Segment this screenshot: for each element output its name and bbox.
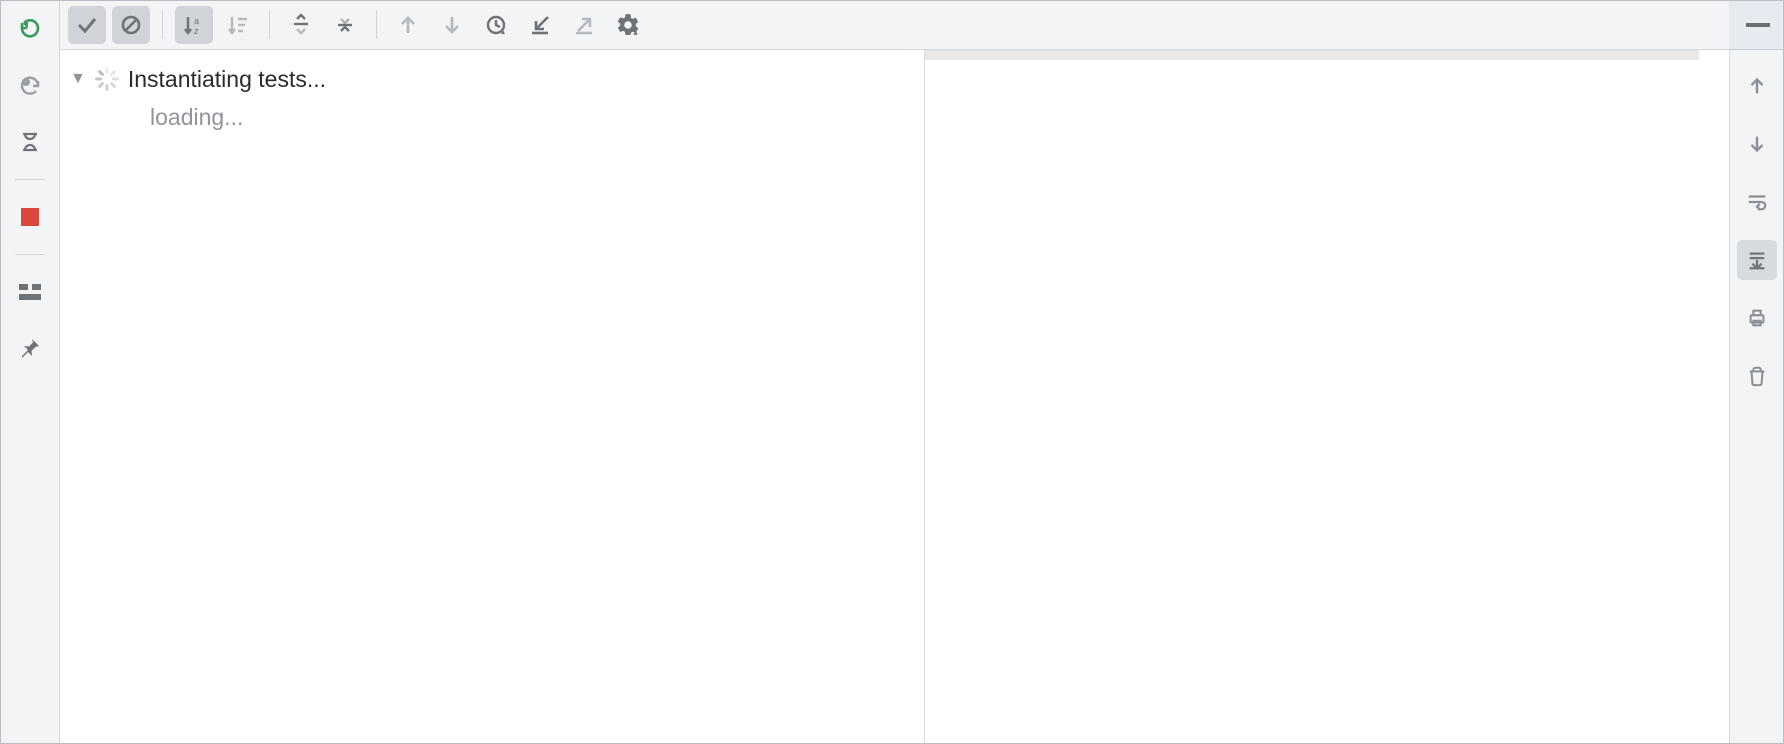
stop-icon bbox=[21, 208, 39, 226]
stop-button[interactable] bbox=[11, 198, 49, 236]
console-next-button[interactable] bbox=[1737, 124, 1777, 164]
test-tree-pane[interactable]: ▼ Instantiating tests... loading... bbox=[60, 50, 925, 743]
sort-alpha-button[interactable]: az bbox=[175, 6, 213, 44]
toolbar-separator bbox=[269, 11, 270, 39]
toolbar-separator bbox=[162, 11, 163, 39]
layout-button[interactable] bbox=[11, 273, 49, 311]
toggle-auto-test-button[interactable] bbox=[11, 123, 49, 161]
run-left-gutter bbox=[1, 1, 60, 743]
layout-icon bbox=[19, 284, 41, 300]
show-passed-button[interactable] bbox=[68, 6, 106, 44]
test-tree-loading: loading... bbox=[60, 98, 924, 136]
test-settings-button[interactable] bbox=[609, 6, 647, 44]
prev-failed-button[interactable] bbox=[389, 6, 427, 44]
svg-text:z: z bbox=[194, 26, 199, 36]
test-results-toolbar: az bbox=[60, 1, 1729, 50]
collapse-all-button[interactable] bbox=[326, 6, 364, 44]
soft-wrap-button[interactable] bbox=[1737, 182, 1777, 222]
next-failed-button[interactable] bbox=[433, 6, 471, 44]
sort-duration-button[interactable] bbox=[219, 6, 257, 44]
import-results-button[interactable] bbox=[521, 6, 559, 44]
hide-tool-window-button[interactable] bbox=[1741, 8, 1775, 42]
horizontal-scrollbar[interactable] bbox=[925, 50, 1699, 60]
gutter-separator bbox=[15, 179, 45, 180]
console-prev-button[interactable] bbox=[1737, 66, 1777, 106]
spinner-icon bbox=[96, 68, 118, 90]
clear-all-button[interactable] bbox=[1737, 356, 1777, 396]
expand-all-button[interactable] bbox=[282, 6, 320, 44]
test-tree-root[interactable]: ▼ Instantiating tests... bbox=[60, 60, 924, 98]
expand-caret-icon[interactable]: ▼ bbox=[70, 70, 86, 88]
rerun-button[interactable] bbox=[11, 11, 49, 49]
toolbar-separator bbox=[376, 11, 377, 39]
pin-button[interactable] bbox=[11, 329, 49, 367]
test-tree-loading-label: loading... bbox=[150, 104, 243, 131]
test-history-button[interactable] bbox=[477, 6, 515, 44]
rerun-failed-button[interactable] bbox=[11, 67, 49, 105]
minimize-icon bbox=[1746, 23, 1770, 27]
test-tree-root-label: Instantiating tests... bbox=[128, 66, 326, 93]
console-right-gutter bbox=[1729, 50, 1783, 743]
test-output-pane[interactable] bbox=[925, 50, 1729, 743]
show-ignored-button[interactable] bbox=[112, 6, 150, 44]
export-results-button[interactable] bbox=[565, 6, 603, 44]
gutter-separator bbox=[15, 254, 45, 255]
print-button[interactable] bbox=[1737, 298, 1777, 338]
scroll-to-end-button[interactable] bbox=[1737, 240, 1777, 280]
svg-text:a: a bbox=[194, 16, 199, 26]
